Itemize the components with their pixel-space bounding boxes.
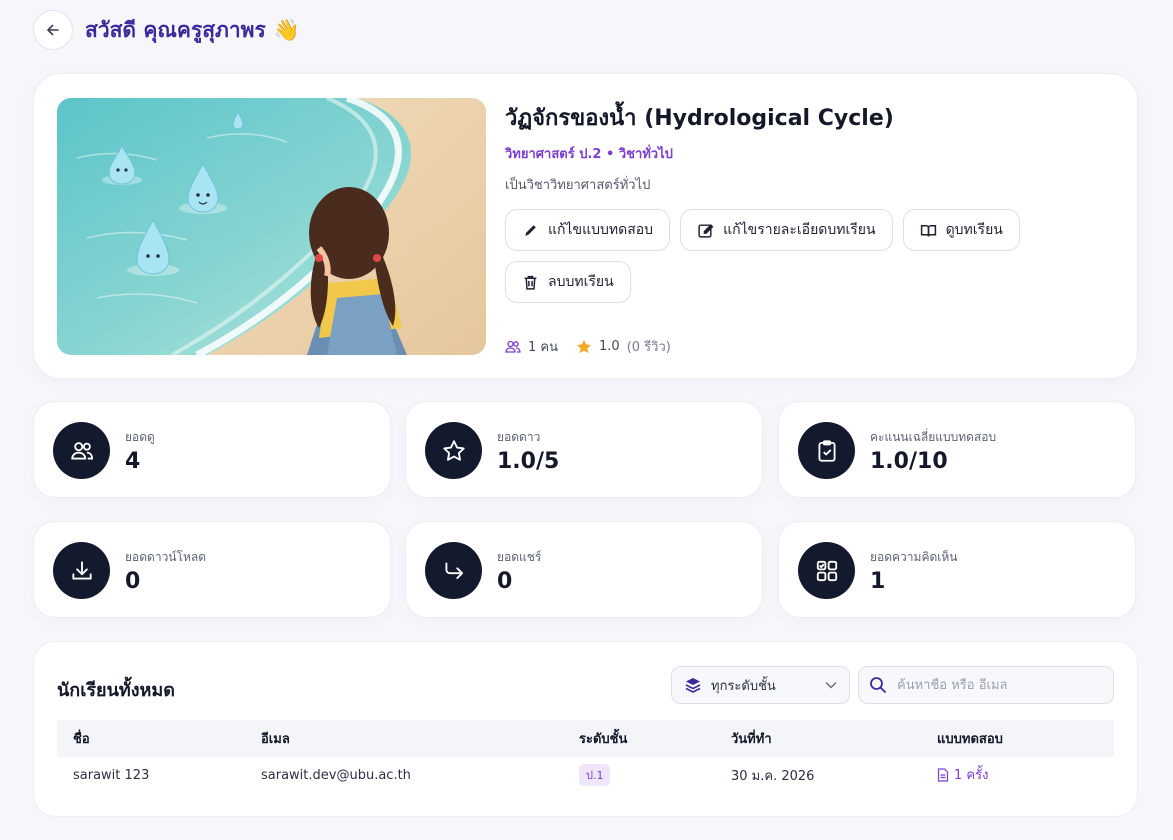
grade-badge: ป.1 [579,764,611,786]
delete-lesson-label: ลบบทเรียน [548,274,614,290]
stat-icon-bg [53,422,110,479]
table-row[interactable]: sarawit 123 sarawit.dev@ubu.ac.th ป.1 30… [57,757,1114,793]
search-icon [870,677,886,693]
lesson-rating: 1.0 (0 รีวิว) [576,336,671,357]
stat-icon-bg [53,542,110,599]
stat-icon-bg [798,542,855,599]
lesson-title: วัฏจักรของน้ำ (Hydrological Cycle) [505,106,894,131]
stat-label: ยอดดู [125,430,155,444]
share-arrow-icon [444,561,463,579]
view-lesson-label: ดูบทเรียน [945,222,1003,238]
star-filled-icon [577,339,591,353]
lesson-quick-stats: 1 คน 1.0 (0 รีวิว) [505,336,671,357]
stat-label: ยอดดาวน์โหลด [125,550,207,564]
level-filter-value: ทุกระดับชั้น [711,678,776,694]
stat-value: 1 [870,569,886,594]
stat-value: 1.0/5 [497,449,560,474]
edit-details-label: แก้ไขรายละเอียดบทเรียน [723,222,876,238]
student-email: sarawit.dev@ubu.ac.th [261,767,411,783]
users-icon [505,340,521,353]
student-grade-cell: ป.1 [563,757,715,793]
stat-icon-bg [425,542,482,599]
wave-hand-icon: 👋 [273,17,300,42]
students-title: นักเรียนทั้งหมด [57,680,175,701]
download-icon [71,560,92,580]
book-open-icon [920,224,936,236]
column-header-grade[interactable]: ระดับชั้น [563,720,715,757]
learner-count: 1 คน [505,336,558,357]
column-header-email[interactable]: อีเมล [245,720,563,757]
stat-card-views: ยอดดู 4 [33,401,391,498]
chevron-down-icon [825,681,837,689]
stat-value: 0 [125,569,141,594]
review-count: (0 รีวิว) [626,340,671,355]
edit-details-button[interactable]: แก้ไขรายละเอียดบทเรียน [680,209,893,251]
stat-icon-bg [798,422,855,479]
lesson-card: วัฏจักรของน้ำ (Hydrological Cycle) วิทยา… [33,73,1138,379]
lesson-cover-image [57,98,486,355]
stat-card-downloads: ยอดดาวน์โหลด 0 [33,521,391,618]
stat-label: คะแนนเฉลี่ยแบบทดสอบ [870,430,997,444]
table-header-row: ชื่อ อีเมล ระดับชั้น วันที่ทำ แบบทดสอบ [57,720,1114,757]
stat-value: 4 [125,449,141,474]
stat-value: 0 [497,569,513,594]
edit-quiz-button[interactable]: แก้ไขแบบทดสอบ [505,209,671,251]
column-header-date[interactable]: วันที่ทำ [715,720,921,757]
arrow-left-icon [47,24,59,36]
edit-quiz-label: แก้ไขแบบทดสอบ [548,222,654,238]
attempt-date: 30 ม.ค. 2026 [731,768,815,784]
back-button[interactable] [33,10,73,50]
lesson-subject: วิทยาศาสตร์ ป.2 • วิชาทั่วไป [505,147,673,162]
column-header-name[interactable]: ชื่อ [57,720,245,757]
stat-card-shares: ยอดแชร์ 0 [405,521,763,618]
quiz-attempts-text: 1 ครั้ง [954,768,989,784]
stat-label: ยอดแชร์ [497,550,542,564]
rating-value: 1.0 [599,339,620,354]
page-title: สวัสดี คุณครูสุภาพร 👋 [85,14,300,47]
stat-icon-bg [425,422,482,479]
student-search[interactable] [858,666,1114,704]
grid-check-icon [816,560,837,581]
stat-label: ยอดดาว [497,430,541,444]
search-input[interactable] [897,677,1097,693]
star-icon [442,439,465,461]
pen-icon [525,224,536,236]
learner-count-text: 1 คน [528,340,558,355]
students-table: ชื่อ อีเมล ระดับชั้น วันที่ทำ แบบทดสอบ s… [57,720,1114,793]
column-header-quiz[interactable]: แบบทดสอบ [921,720,1114,757]
stat-card-comments: ยอดความคิดเห็น 1 [778,521,1136,618]
lesson-actions: แก้ไขแบบทดสอบ แก้ไขรายละเอียดบทเรียน ดูบ… [505,209,1065,303]
student-name: sarawit 123 [73,767,150,783]
greeting-text: สวัสดี คุณครูสุภาพร [85,17,266,42]
delete-lesson-button[interactable]: ลบบทเรียน [505,261,631,303]
students-section: นักเรียนทั้งหมด ทุกระดับชั้น ชื่อ อีเมล … [33,641,1138,817]
users-icon [70,441,93,460]
stat-card-quiz-average: คะแนนเฉลี่ยแบบทดสอบ 1.0/10 [778,401,1136,498]
lesson-description: เป็นวิชาวิทยาศาสตร์ทั่วไป [505,178,651,193]
quiz-attempts-link[interactable]: 1 ครั้ง [937,764,988,785]
edit-square-icon [698,223,714,238]
level-filter-select[interactable]: ทุกระดับชั้น [671,666,850,704]
page-header: สวัสดี คุณครูสุภาพร 👋 [33,10,300,50]
quiz-cell: 1 ครั้ง [921,757,1114,793]
document-icon [937,768,949,782]
stat-value: 1.0/10 [870,449,948,474]
clipboard-check-icon [817,439,836,462]
layers-icon [685,678,701,693]
trash-icon [524,275,537,290]
stat-label: ยอดความคิดเห็น [870,550,958,564]
stat-card-stars: ยอดดาว 1.0/5 [405,401,763,498]
view-lesson-button[interactable]: ดูบทเรียน [902,209,1020,251]
lesson-info: วัฏจักรของน้ำ (Hydrological Cycle) วิทยา… [505,100,1113,303]
